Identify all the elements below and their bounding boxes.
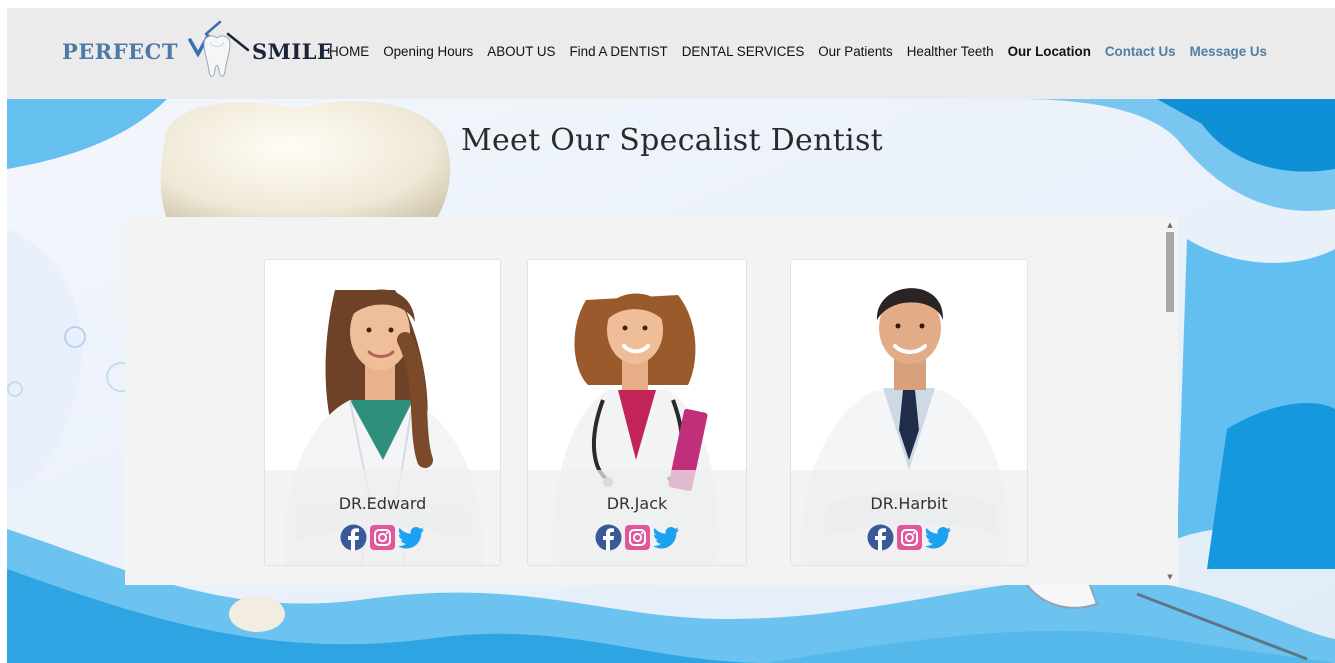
panel-scrollbar[interactable]: ▲ ▼ [1162, 217, 1178, 585]
facebook-icon[interactable] [340, 524, 367, 551]
nav-dental-services[interactable]: DENTAL SERVICES [682, 44, 805, 59]
instagram-icon[interactable] [369, 524, 396, 551]
logo[interactable]: PERFECT SMILE [62, 20, 334, 82]
nav-message-us[interactable]: Message Us [1190, 44, 1267, 59]
twitter-icon[interactable] [924, 524, 952, 551]
nav-our-location[interactable]: Our Location [1008, 44, 1091, 59]
site-header: PERFECT SMILE HOME Opening Hours ABOUT U… [7, 8, 1335, 99]
social-links [265, 524, 500, 551]
dentist-card[interactable]: DR.Harbit [790, 259, 1028, 566]
scroll-up-icon[interactable]: ▲ [1166, 221, 1174, 229]
tooth-icon [188, 20, 250, 77]
dentist-card[interactable]: DR.Edward [264, 259, 501, 566]
nav-home[interactable]: HOME [329, 44, 369, 59]
social-links [791, 524, 1027, 551]
nav-about-us[interactable]: ABOUT US [487, 44, 555, 59]
dentist-name: DR.Jack [606, 494, 668, 513]
scroll-down-icon[interactable]: ▼ [1166, 573, 1174, 581]
twitter-icon[interactable] [398, 524, 425, 551]
main-nav: HOME Opening Hours ABOUT US Find A DENTI… [329, 44, 1281, 59]
nav-our-patients[interactable]: Our Patients [818, 44, 892, 59]
hero-section: Meet Our Specalist Dentist DR.Edward DR.… [7, 99, 1335, 663]
nav-contact-us[interactable]: Contact Us [1105, 44, 1176, 59]
nav-opening-hours[interactable]: Opening Hours [383, 44, 473, 59]
instagram-icon[interactable] [896, 524, 923, 551]
dentist-name: DR.Edward [338, 494, 427, 513]
dentist-card[interactable]: DR.Jack [527, 259, 747, 566]
nav-healther-teeth[interactable]: Healther Teeth [907, 44, 994, 59]
nav-find-dentist[interactable]: Find A DENTIST [569, 44, 667, 59]
page-title: Meet Our Specalist Dentist [460, 123, 883, 158]
dentists-panel[interactable]: DR.Edward DR.Jack DR.Harbit ▲ ▼ [125, 217, 1178, 585]
page-frame: PERFECT SMILE HOME Opening Hours ABOUT U… [7, 8, 1335, 663]
dentist-name: DR.Harbit [870, 494, 948, 513]
logo-word-perfect: PERFECT [62, 38, 179, 64]
facebook-icon[interactable] [867, 524, 894, 551]
facebook-icon[interactable] [595, 524, 622, 551]
social-links [528, 524, 746, 551]
twitter-icon[interactable] [652, 524, 680, 551]
instagram-icon[interactable] [624, 524, 651, 551]
logo-word-smile: SMILE [252, 38, 334, 64]
scroll-thumb[interactable] [1166, 232, 1174, 312]
